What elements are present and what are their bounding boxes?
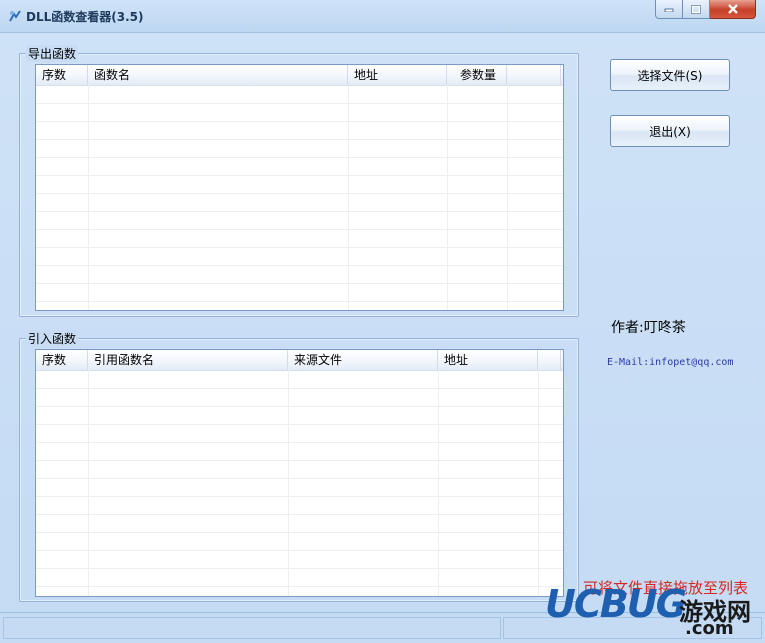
- status-panel-main: [3, 617, 501, 639]
- column-header-ordinal[interactable]: 序数: [36, 65, 88, 85]
- watermark: UCBUG 游戏网 .com: [545, 584, 765, 642]
- row-divider: [36, 193, 563, 194]
- row-divider: [36, 514, 563, 515]
- export-functions-list[interactable]: 序数 函数名 地址 参数量: [35, 64, 564, 311]
- minimize-icon: [664, 8, 674, 12]
- exit-button[interactable]: 退出(X): [610, 115, 730, 147]
- row-divider: [36, 496, 563, 497]
- column-header-referenced-function[interactable]: 引用函数名: [88, 350, 288, 370]
- column-divider: [88, 85, 89, 310]
- select-file-button[interactable]: 选择文件(S): [610, 59, 730, 91]
- column-header-address[interactable]: 地址: [348, 65, 447, 85]
- watermark-logo: UCBUG: [545, 582, 687, 626]
- window-title: DLL函数查看器(3.5): [26, 10, 144, 24]
- row-divider: [36, 301, 563, 302]
- column-header-ordinal[interactable]: 序数: [36, 350, 88, 370]
- row-divider: [36, 460, 563, 461]
- export-group-label: 导出函数: [26, 45, 79, 62]
- row-divider: [36, 265, 563, 266]
- column-divider: [348, 85, 349, 310]
- import-list-header: 序数 引用函数名 来源文件 地址: [36, 350, 563, 371]
- row-divider: [36, 283, 563, 284]
- column-divider: [438, 370, 439, 596]
- column-header-function-name[interactable]: 函数名: [88, 65, 348, 85]
- row-divider: [36, 139, 563, 140]
- export-list-header: 序数 函数名 地址 参数量: [36, 65, 563, 86]
- maximize-button[interactable]: [683, 0, 710, 19]
- column-header-address[interactable]: 地址: [438, 350, 538, 370]
- minimize-button[interactable]: [655, 0, 683, 19]
- row-divider: [36, 568, 563, 569]
- close-button[interactable]: [710, 0, 756, 19]
- row-divider: [36, 247, 563, 248]
- column-header-source-file[interactable]: 来源文件: [288, 350, 438, 370]
- row-divider: [36, 586, 563, 587]
- row-divider: [36, 478, 563, 479]
- column-divider: [507, 85, 508, 310]
- column-header-param-count[interactable]: 参数量: [447, 65, 507, 85]
- row-divider: [36, 424, 563, 425]
- column-header-blank: [538, 350, 561, 370]
- row-divider: [36, 442, 563, 443]
- row-divider: [36, 229, 563, 230]
- row-divider: [36, 550, 563, 551]
- main-window: DLL函数查看器(3.5) 导出函数 序数 函数名 地址 参数量 引入函数 序数…: [0, 0, 765, 643]
- column-header-blank: [507, 65, 561, 85]
- import-group-label: 引入函数: [26, 330, 79, 347]
- row-divider: [36, 175, 563, 176]
- row-divider: [36, 388, 563, 389]
- dll-app-icon: [9, 10, 21, 22]
- column-divider: [447, 85, 448, 310]
- row-divider: [36, 103, 563, 104]
- author-label: 作者:叮咚茶: [611, 320, 686, 336]
- column-divider: [88, 370, 89, 596]
- column-divider: [288, 370, 289, 596]
- row-divider: [36, 157, 563, 158]
- maximize-icon: [691, 4, 701, 14]
- row-divider: [36, 532, 563, 533]
- email-label: E-Mail:infopet@qq.com: [607, 357, 734, 368]
- watermark-domain: .com: [685, 618, 734, 639]
- column-divider: [538, 370, 539, 596]
- row-divider: [36, 121, 563, 122]
- close-icon: [727, 4, 738, 14]
- import-functions-list[interactable]: 序数 引用函数名 来源文件 地址: [35, 349, 564, 597]
- row-divider: [36, 406, 563, 407]
- title-bar[interactable]: DLL函数查看器(3.5): [0, 0, 765, 33]
- row-divider: [36, 211, 563, 212]
- window-controls: [655, 0, 756, 19]
